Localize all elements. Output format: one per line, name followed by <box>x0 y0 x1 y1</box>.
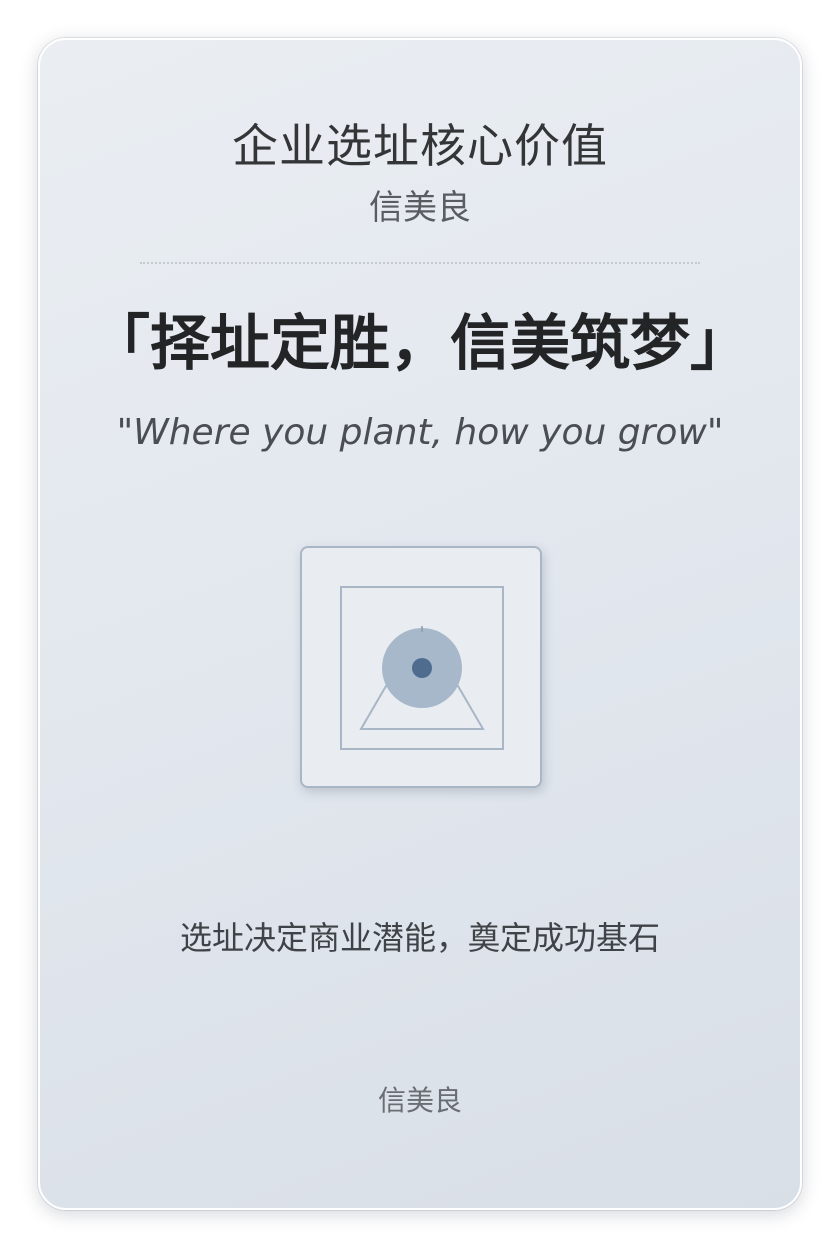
location-pin-icon <box>340 586 504 750</box>
description-text: 选址决定商业潜能，奠定成功基石 <box>179 919 660 957</box>
card-title: 企业选址核心价值 <box>232 119 608 173</box>
pin-dot <box>412 658 432 678</box>
quote-card: 企业选址核心价值 信美良 「择址定胜，信美筑梦」 "Where you plan… <box>38 38 802 1210</box>
footer-author: 信美良 <box>377 1084 462 1117</box>
slogan-heading: 「择址定胜，信美筑梦」 <box>90 309 750 379</box>
english-tagline: "Where you plant, how you grow" <box>116 412 724 453</box>
card-author: 信美良 <box>369 188 471 228</box>
location-pin-in-frame-icon <box>300 546 542 788</box>
dotted-divider <box>140 262 700 264</box>
